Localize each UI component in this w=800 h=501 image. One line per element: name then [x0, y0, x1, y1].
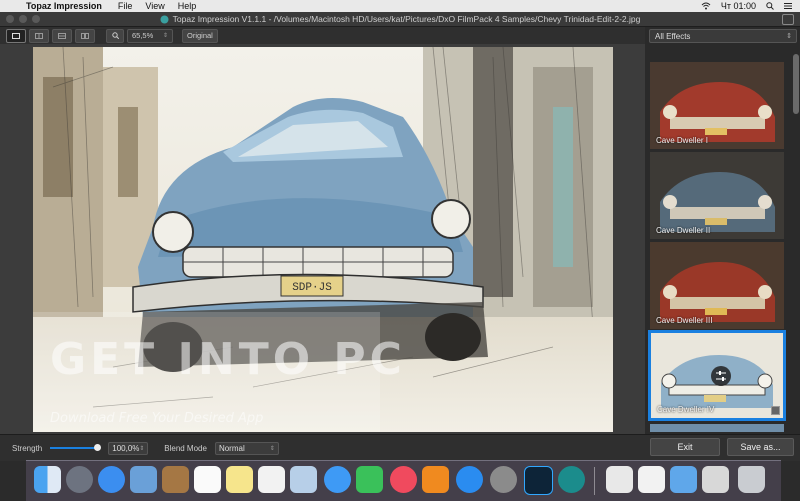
minimize-window-button[interactable] — [19, 15, 27, 23]
strength-value: 100,0% — [112, 443, 140, 453]
menu-bar: Topaz Impression File View Help Чт 01:00 — [0, 0, 800, 12]
watermark-subtitle: Download Free Your Desired App — [50, 411, 264, 426]
dock — [26, 460, 781, 501]
contacts-icon[interactable] — [162, 466, 189, 493]
stepper-icon[interactable]: ⇕ — [163, 32, 168, 39]
preview-icon[interactable] — [290, 466, 317, 493]
window-controls — [6, 15, 40, 23]
window-title: Topaz Impression V1.1.1 - /Volumes/Macin… — [172, 14, 641, 24]
downloads-folder-icon[interactable] — [670, 466, 697, 493]
side-by-side-button[interactable] — [75, 28, 95, 43]
status-area: Чт 01:00 — [701, 1, 792, 11]
zoom-window-button[interactable] — [32, 15, 40, 23]
scrollbar-thumb[interactable] — [793, 54, 799, 114]
effect-thumbnail[interactable]: Cave Dweller I — [648, 60, 786, 151]
messages-icon[interactable] — [324, 466, 351, 493]
split-horizontal-button[interactable] — [52, 28, 72, 43]
folder-stack-icon[interactable] — [606, 466, 633, 493]
split-vertical-icon — [35, 32, 43, 39]
launchpad-icon[interactable] — [66, 466, 93, 493]
view-toolbar: 65,5% ⇕ Original — [0, 27, 651, 44]
fullscreen-button[interactable] — [782, 14, 794, 25]
reminders-icon[interactable] — [258, 466, 285, 493]
strength-slider[interactable] — [50, 444, 102, 451]
calendar-icon[interactable] — [194, 466, 221, 493]
image-canvas[interactable]: SDP·JS GET INTO PC Download Free Your De… — [0, 44, 645, 434]
zoom-tool-button[interactable] — [106, 28, 124, 43]
blend-mode-value: Normal — [218, 443, 245, 453]
strength-value-field[interactable]: 100,0% ⇕ — [108, 441, 149, 455]
itunes-icon[interactable] — [390, 466, 417, 493]
single-view-button[interactable] — [6, 28, 26, 43]
close-window-button[interactable] — [6, 15, 14, 23]
menu-app-name[interactable]: Topaz Impression — [26, 1, 102, 11]
effect-thumbnail[interactable] — [648, 422, 786, 434]
effects-filter-value: All Effects — [655, 31, 691, 41]
menu-list-icon[interactable] — [784, 2, 792, 10]
search-icon[interactable] — [766, 2, 774, 10]
notes-icon[interactable] — [226, 466, 253, 493]
window-titlebar: Topaz Impression V1.1.1 - /Volumes/Macin… — [0, 12, 800, 27]
original-button[interactable]: Original — [182, 28, 218, 43]
effect-label: Cave Dweller IV — [657, 405, 715, 414]
window-stack-icon[interactable] — [702, 466, 729, 493]
topaz-icon[interactable] — [558, 466, 585, 493]
zoom-level-field[interactable]: 65,5% ⇕ — [127, 28, 173, 43]
license-plate: SDP·JS — [292, 282, 332, 294]
effect-label: Cave Dweller II — [656, 226, 711, 235]
system-preferences-icon[interactable] — [490, 466, 517, 493]
app-icon — [160, 15, 169, 23]
clock[interactable]: Чт 01:00 — [721, 1, 756, 11]
effects-panel: All Effects ⇕ Cave Dweller I Cave Dwelle… — [645, 27, 800, 434]
menu-file[interactable]: File — [118, 1, 133, 11]
effect-thumbnail[interactable]: Cave Dweller II — [648, 150, 786, 241]
single-view-icon — [12, 32, 20, 39]
save-as-button[interactable]: Save as... — [727, 438, 794, 456]
ibooks-icon[interactable] — [422, 466, 449, 493]
app-store-icon[interactable] — [456, 466, 483, 493]
split-horizontal-icon — [58, 32, 66, 39]
side-by-side-icon — [81, 32, 89, 39]
stepper-icon[interactable]: ⇕ — [139, 445, 144, 452]
document-stack-icon[interactable] — [638, 466, 665, 493]
chevron-updown-icon: ⇕ — [269, 445, 275, 452]
facetime-icon[interactable] — [356, 466, 383, 493]
magnifier-icon — [111, 32, 119, 39]
finder-icon[interactable] — [34, 466, 61, 493]
dock-divider — [594, 467, 595, 495]
wifi-icon[interactable] — [701, 2, 711, 10]
effects-scrollbar[interactable] — [792, 46, 800, 434]
zoom-value: 65,5% — [132, 31, 154, 40]
strength-slider-knob[interactable] — [94, 444, 102, 451]
favorite-checkbox-icon[interactable] — [771, 406, 780, 415]
effects-filter-select[interactable]: All Effects ⇕ — [649, 29, 797, 43]
split-vertical-button[interactable] — [29, 28, 49, 43]
menu-help[interactable]: Help — [178, 1, 197, 11]
chevron-updown-icon: ⇕ — [786, 33, 792, 40]
blend-mode-label: Blend Mode — [164, 443, 207, 453]
effect-thumbnail[interactable]: Cave Dweller III — [648, 240, 786, 331]
strength-label: Strength — [12, 443, 43, 453]
watermark-title: GET INTO PC — [50, 334, 406, 385]
blend-mode-select[interactable]: Normal ⇕ — [214, 441, 279, 455]
effect-preview-image — [650, 424, 784, 432]
safari-icon[interactable] — [98, 466, 125, 493]
adjust-sliders-icon[interactable] — [711, 366, 731, 386]
mail-icon[interactable] — [130, 466, 157, 493]
menu-view[interactable]: View — [145, 1, 164, 11]
effect-label: Cave Dweller I — [656, 136, 709, 145]
effect-label: Cave Dweller III — [656, 316, 713, 325]
effect-thumbnail-selected[interactable]: Cave Dweller IV — [648, 330, 786, 421]
exit-button[interactable]: Exit — [650, 438, 720, 456]
trash-icon[interactable] — [738, 466, 765, 493]
photoshop-icon[interactable] — [524, 466, 553, 495]
